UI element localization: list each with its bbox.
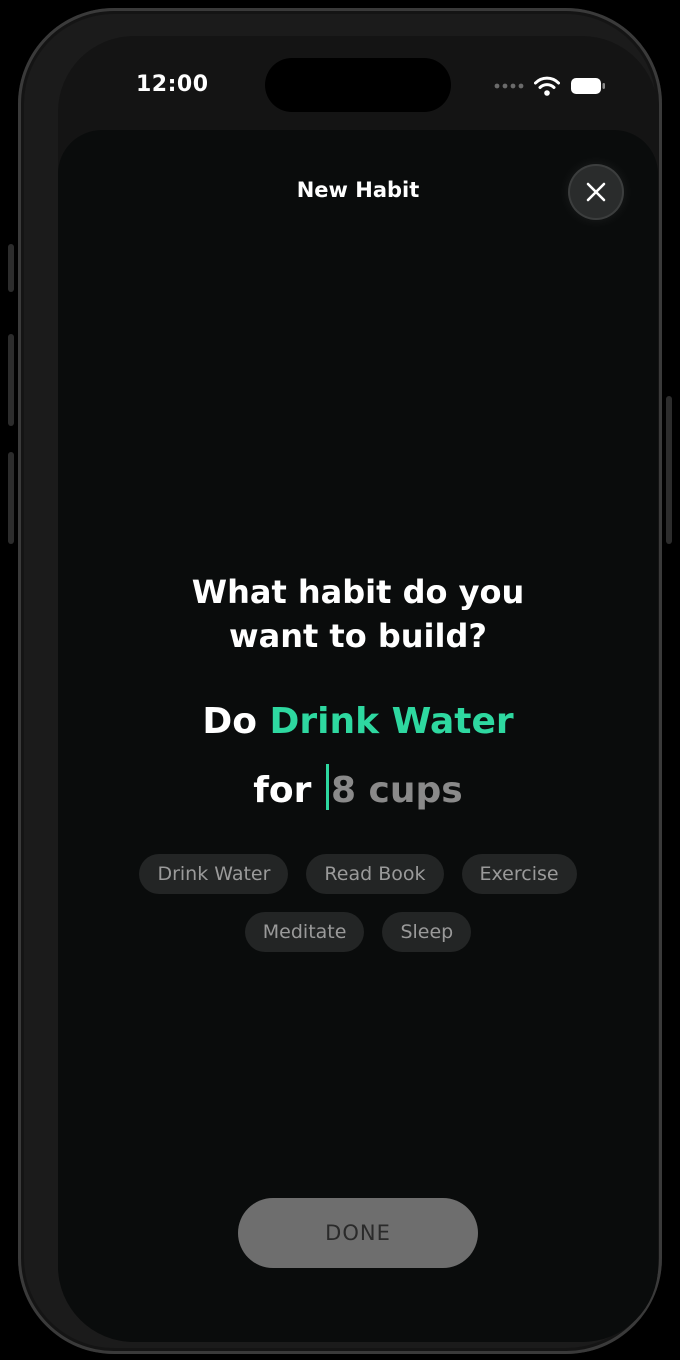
habit-question: What habit do you want to build? xyxy=(58,570,658,658)
wifi-icon xyxy=(534,76,560,96)
text-cursor xyxy=(325,764,329,810)
habit-amount-line: for 8 cups xyxy=(58,764,658,815)
phone-frame: 12:00 New Habit What habit do you want t… xyxy=(8,8,672,1354)
volume-down-button xyxy=(8,452,14,544)
verb-label: Do xyxy=(202,701,257,742)
question-line-1: What habit do you xyxy=(191,573,525,611)
suggestion-chip-meditate[interactable]: Meditate xyxy=(244,912,365,952)
suggestion-chips: Drink Water Read Book Exercise Meditate … xyxy=(88,854,628,952)
status-time: 12:00 xyxy=(136,72,209,97)
volume-up-button xyxy=(8,334,14,426)
battery-icon xyxy=(571,78,605,94)
habit-name-line: Do Drink Water xyxy=(58,698,658,746)
page-title: New Habit xyxy=(296,178,420,202)
suggestion-chip-sleep[interactable]: Sleep xyxy=(382,912,472,952)
action-button xyxy=(8,244,14,292)
status-bar: 12:00 xyxy=(58,36,658,132)
done-button[interactable]: DONE xyxy=(238,1198,478,1268)
dynamic-island xyxy=(265,58,451,112)
habit-name-input[interactable]: Drink Water xyxy=(269,701,513,742)
signal-dots-icon xyxy=(494,83,524,89)
suggestion-chip-exercise[interactable]: Exercise xyxy=(461,854,577,894)
close-icon xyxy=(586,182,606,202)
power-button xyxy=(666,396,672,544)
suggestion-chip-read-book[interactable]: Read Book xyxy=(306,854,444,894)
new-habit-sheet: New Habit What habit do you want to buil… xyxy=(58,130,658,1342)
suggestion-chip-drink-water[interactable]: Drink Water xyxy=(139,854,289,894)
close-button[interactable] xyxy=(570,166,622,218)
status-icons xyxy=(494,76,606,96)
screen: 12:00 New Habit What habit do you want t… xyxy=(58,36,658,1342)
amount-placeholder: 8 cups xyxy=(330,770,463,811)
connector-label: for xyxy=(253,770,312,811)
question-line-2: want to build? xyxy=(229,617,487,655)
amount-field[interactable]: 8 cups xyxy=(324,764,463,811)
